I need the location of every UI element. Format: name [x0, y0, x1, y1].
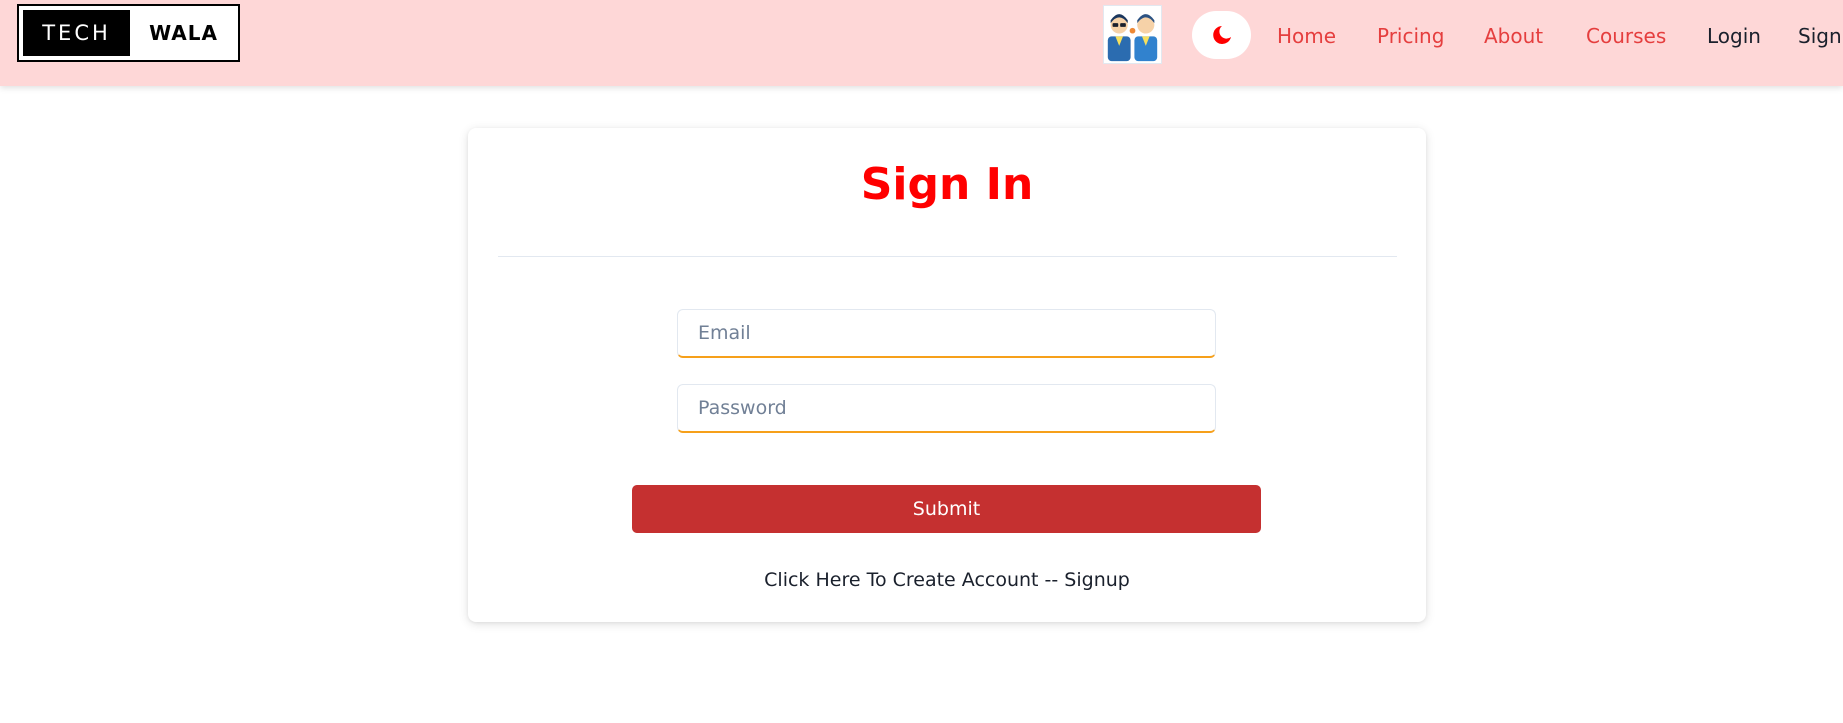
brand-logo-left: TECH	[23, 10, 130, 56]
page-title: Sign In	[860, 159, 1034, 210]
nav-about-link[interactable]: About	[1484, 24, 1543, 48]
moon-icon	[1212, 26, 1231, 44]
navbar: TECH WALA Home Pricing About Courses Log…	[0, 0, 1843, 86]
password-field[interactable]	[677, 384, 1216, 433]
nav-courses-link[interactable]: Courses	[1586, 24, 1666, 48]
nav-signup-link[interactable]: Sign	[1798, 24, 1842, 48]
brand-logo-right: WALA	[149, 21, 218, 45]
signin-card: Sign In Submit Click Here To Create Acco…	[468, 128, 1426, 622]
signup-link[interactable]: Click Here To Create Account -- Signup	[468, 568, 1426, 592]
users-avatar-icon[interactable]	[1103, 5, 1162, 64]
submit-button[interactable]: Submit	[632, 485, 1261, 533]
email-field[interactable]	[677, 309, 1216, 358]
theme-toggle-button[interactable]	[1192, 11, 1251, 59]
nav-home-link[interactable]: Home	[1277, 24, 1336, 48]
nav-login-link[interactable]: Login	[1707, 24, 1761, 48]
brand-logo[interactable]: TECH WALA	[17, 4, 240, 62]
divider	[498, 256, 1397, 257]
nav-pricing-link[interactable]: Pricing	[1377, 24, 1444, 48]
